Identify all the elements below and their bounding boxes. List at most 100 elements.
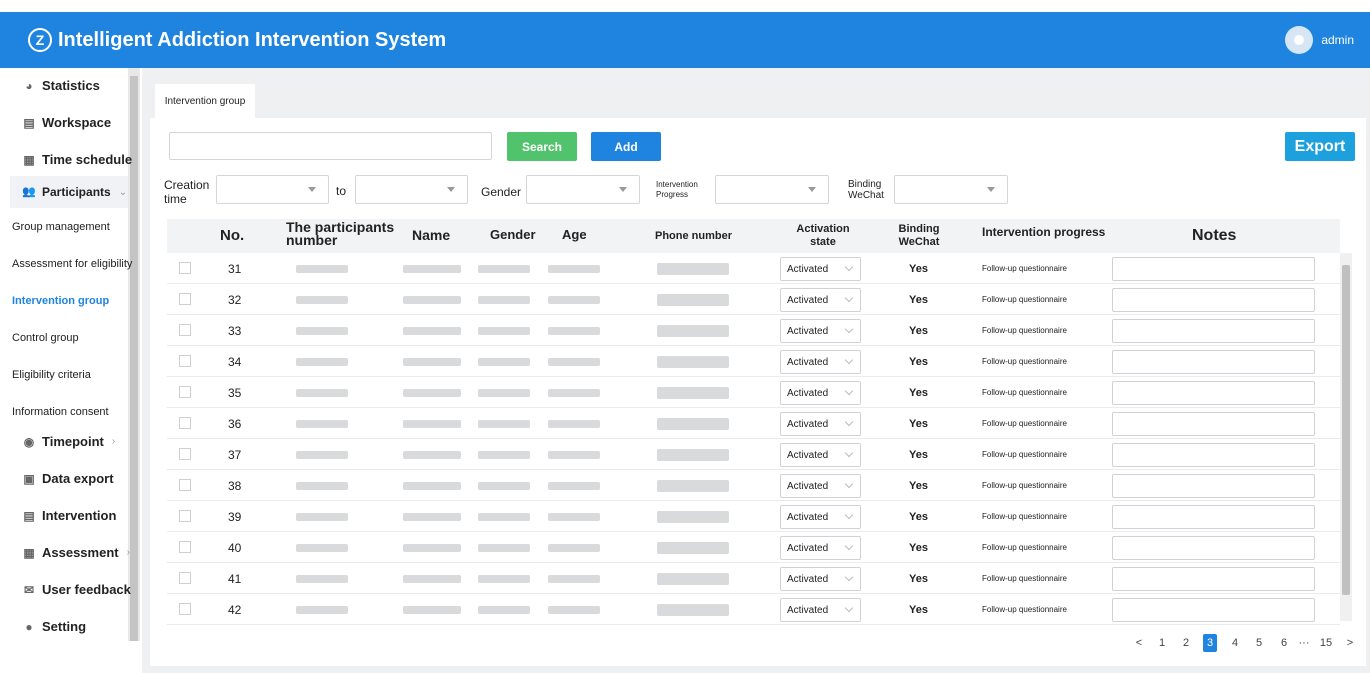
page-number[interactable]: 2 — [1179, 634, 1193, 652]
notes-input[interactable] — [1112, 505, 1315, 529]
page-number[interactable]: 6 — [1277, 634, 1291, 652]
notes-input[interactable] — [1112, 598, 1315, 622]
col-participant-number: The participants number — [286, 219, 395, 248]
tab-intervention-group[interactable]: Intervention group — [155, 84, 255, 118]
redacted-participant-number — [296, 594, 348, 625]
notes-input[interactable] — [1112, 536, 1315, 560]
creation-time-end-select[interactable] — [355, 175, 468, 204]
row-number: 40 — [228, 540, 242, 555]
calendar-icon: ▦ — [23, 152, 35, 167]
page-number[interactable]: 15 — [1319, 634, 1333, 652]
table-row[interactable]: 42 Activated Yes Follow-up questionnaire — [167, 594, 1340, 625]
activation-select[interactable]: Activated — [780, 319, 861, 343]
table-row[interactable]: 35 Activated Yes Follow-up questionnaire — [167, 377, 1340, 408]
row-checkbox[interactable] — [179, 572, 191, 584]
subnav-assessment-eligibility[interactable]: Assessment for eligibility — [12, 258, 132, 270]
notes-input[interactable] — [1112, 319, 1315, 343]
page-number[interactable]: 4 — [1228, 634, 1242, 652]
table-row[interactable]: 38 Activated Yes Follow-up questionnaire — [167, 470, 1340, 501]
sidebar-item-workspace[interactable]: ▤ Workspace — [22, 115, 111, 130]
activation-select[interactable]: Activated — [780, 288, 861, 312]
redacted-gender — [478, 346, 530, 377]
page-number[interactable]: 1 — [1155, 634, 1169, 652]
row-checkbox[interactable] — [179, 417, 191, 429]
activation-select[interactable]: Activated — [780, 536, 861, 560]
notes-input[interactable] — [1112, 474, 1315, 498]
page-number[interactable]: 5 — [1252, 634, 1266, 652]
sidebar-item-data-export[interactable]: ▣ Data export — [22, 471, 113, 486]
page-ellipsis[interactable]: ··· — [1297, 634, 1311, 652]
table-row[interactable]: 34 Activated Yes Follow-up questionnaire — [167, 346, 1340, 377]
search-button[interactable]: Search — [507, 132, 577, 161]
prev-page-icon[interactable]: < — [1132, 634, 1146, 652]
row-checkbox[interactable] — [179, 448, 191, 460]
sidebar-item-time-schedule[interactable]: ▦ Time schedule — [22, 152, 132, 167]
row-checkbox[interactable] — [179, 541, 191, 553]
progress-select[interactable] — [715, 175, 829, 204]
col-gender: Gender — [490, 227, 536, 242]
search-input[interactable] — [169, 132, 492, 160]
chevron-down-icon — [844, 541, 854, 551]
row-checkbox[interactable] — [179, 355, 191, 367]
row-checkbox[interactable] — [179, 262, 191, 274]
subnav-group-management[interactable]: Group management — [12, 221, 110, 233]
next-page-icon[interactable]: > — [1343, 634, 1357, 652]
table-scrollbar[interactable] — [1340, 253, 1352, 621]
table-row[interactable]: 39 Activated Yes Follow-up questionnaire — [167, 501, 1340, 532]
table-row[interactable]: 36 Activated Yes Follow-up questionnaire — [167, 408, 1340, 439]
table-row[interactable]: 41 Activated Yes Follow-up questionnaire — [167, 563, 1340, 594]
sidebar-item-participants[interactable]: 👥 Participants ⌄ — [10, 176, 128, 208]
user-menu[interactable]: admin — [1285, 12, 1354, 68]
row-checkbox[interactable] — [179, 603, 191, 615]
activation-select[interactable]: Activated — [780, 505, 861, 529]
notes-input[interactable] — [1112, 381, 1315, 405]
sidebar-item-timepoint[interactable]: ◉ Timepoint › — [22, 434, 115, 449]
sidebar-item-user-feedback[interactable]: ✉ User feedback — [22, 582, 131, 597]
wechat-select[interactable] — [894, 175, 1008, 204]
activation-select[interactable]: Activated — [780, 381, 861, 405]
creation-time-start-select[interactable] — [216, 175, 329, 204]
activation-select[interactable]: Activated — [780, 598, 861, 622]
notes-input[interactable] — [1112, 412, 1315, 436]
row-checkbox[interactable] — [179, 293, 191, 305]
activation-select[interactable]: Activated — [780, 412, 861, 436]
sidebar-item-intervention[interactable]: ▤ Intervention — [22, 508, 116, 523]
activation-select[interactable]: Activated — [780, 474, 861, 498]
notes-input[interactable] — [1112, 443, 1315, 467]
redacted-age — [548, 346, 600, 377]
export-button[interactable]: Export — [1285, 132, 1355, 161]
page-number[interactable]: 3 — [1203, 634, 1217, 652]
redacted-name — [403, 563, 461, 594]
activation-select[interactable]: Activated — [780, 257, 861, 281]
redacted-age — [548, 532, 600, 563]
table-row[interactable]: 32 Activated Yes Follow-up questionnaire — [167, 284, 1340, 315]
notes-input[interactable] — [1112, 257, 1315, 281]
row-checkbox[interactable] — [179, 324, 191, 336]
notes-input[interactable] — [1112, 350, 1315, 374]
gender-select[interactable] — [526, 175, 640, 204]
username[interactable]: admin — [1321, 33, 1354, 47]
table-row[interactable]: 37 Activated Yes Follow-up questionnaire — [167, 439, 1340, 470]
table-row[interactable]: 33 Activated Yes Follow-up questionnaire — [167, 315, 1340, 346]
notes-input[interactable] — [1112, 567, 1315, 591]
add-button[interactable]: Add — [591, 132, 661, 161]
caret-down-icon — [308, 187, 316, 192]
wechat-value: Yes — [909, 386, 928, 399]
notes-input[interactable] — [1112, 288, 1315, 312]
row-checkbox[interactable] — [179, 386, 191, 398]
row-checkbox[interactable] — [179, 510, 191, 522]
subnav-control-group[interactable]: Control group — [12, 332, 79, 344]
sidebar-item-statistics[interactable]: ◕ Statistics — [22, 78, 99, 93]
activation-select[interactable]: Activated — [780, 350, 861, 374]
subnav-information-consent[interactable]: Information consent — [12, 406, 109, 418]
activation-select[interactable]: Activated — [780, 567, 861, 591]
sidebar-item-setting[interactable]: ● Setting — [22, 619, 86, 634]
subnav-intervention-group[interactable]: Intervention group — [12, 295, 109, 307]
table-row[interactable]: 31 Activated Yes Follow-up questionnaire — [167, 253, 1340, 284]
sidebar-item-assessment[interactable]: ▦ Assessment › — [22, 545, 130, 560]
table-row[interactable]: 40 Activated Yes Follow-up questionnaire — [167, 532, 1340, 563]
row-checkbox[interactable] — [179, 479, 191, 491]
activation-select[interactable]: Activated — [780, 443, 861, 467]
avatar-icon[interactable] — [1285, 26, 1314, 54]
subnav-eligibility-criteria[interactable]: Eligibility criteria — [12, 369, 91, 381]
